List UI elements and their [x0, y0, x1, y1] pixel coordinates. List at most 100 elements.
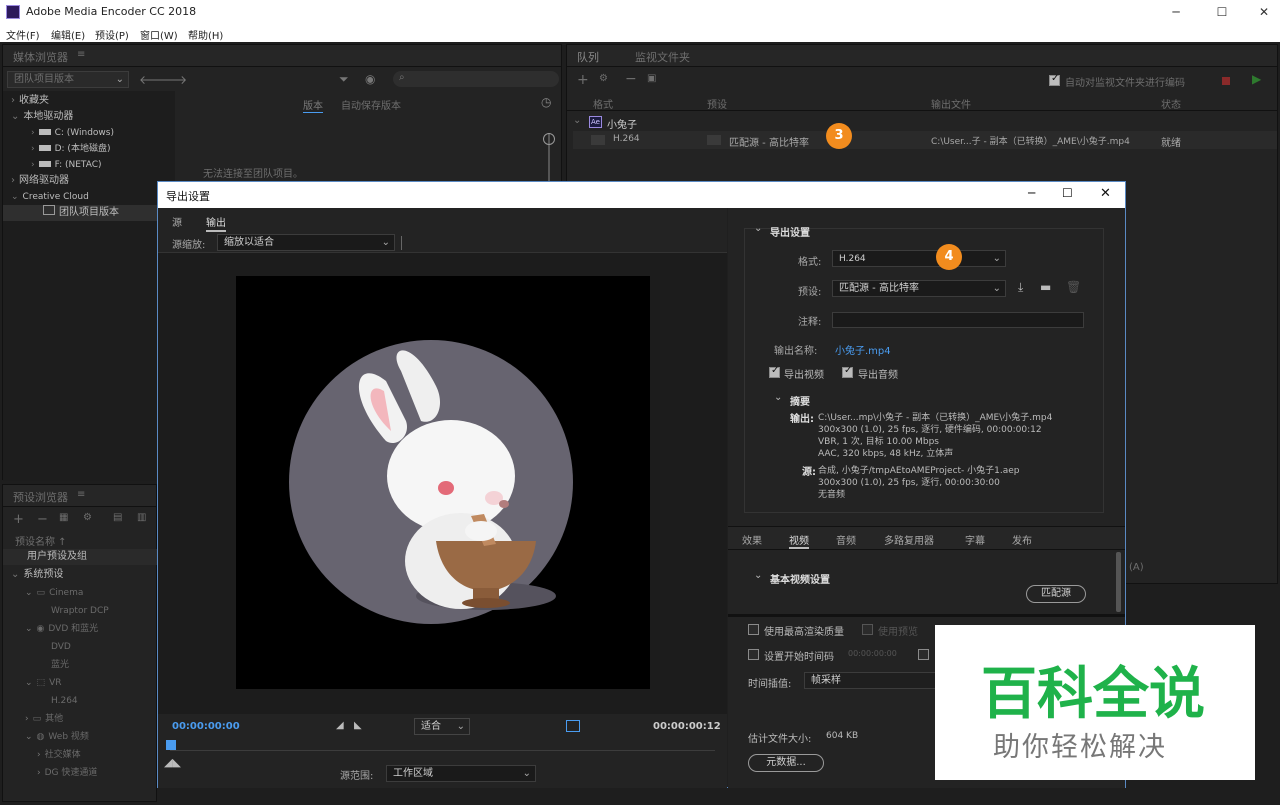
preset-h264[interactable]: H.264 — [51, 693, 78, 709]
preset-browser-title[interactable]: 预设浏览器 — [13, 489, 68, 505]
timecode-field[interactable]: 00:00:00:00 — [848, 649, 897, 658]
tab-video[interactable]: 视频 — [789, 532, 809, 549]
tab-watch-folders[interactable]: 监视文件夹 — [635, 49, 690, 65]
col-output[interactable]: 输出文件 — [931, 96, 971, 111]
export-video-checkbox[interactable] — [769, 365, 780, 378]
remove-preset-icon[interactable]: − — [37, 512, 48, 527]
max-quality-checkbox[interactable] — [748, 624, 759, 635]
maximize-icon[interactable]: ☐ — [1214, 4, 1230, 20]
set-timecode-checkbox[interactable] — [748, 649, 759, 660]
mark-in-icon[interactable]: ◢ — [336, 720, 344, 731]
delete-preset-icon[interactable]: 🗑 — [1066, 280, 1081, 294]
playhead[interactable] — [166, 740, 176, 750]
preset-dg-fastchannel[interactable]: › DG 快速通道 — [37, 765, 97, 781]
tree-team-versions[interactable]: 团队项目版本 — [3, 205, 175, 221]
chevron-down-icon[interactable]: ⌄ — [754, 570, 762, 581]
media-browser-title[interactable]: 媒体浏览器 — [13, 49, 68, 65]
row-format[interactable]: H.264 — [613, 134, 640, 144]
menu-preset[interactable]: 预设(P) — [95, 27, 129, 42]
tree-drive-c[interactable]: › C: (Windows) — [31, 125, 114, 141]
mark-out-icon[interactable]: ◣ — [354, 720, 362, 731]
timeline-track[interactable] — [170, 750, 715, 751]
group-icon[interactable]: ▦ — [59, 512, 68, 523]
team-version-dropdown[interactable]: 团队项目版本 ⌄ — [7, 71, 129, 88]
tab-captions[interactable]: 字幕 — [965, 532, 985, 547]
menu-edit[interactable]: 编辑(E) — [51, 27, 85, 42]
preset-system[interactable]: ⌄ 系统预设 — [11, 567, 63, 583]
queue-job-header[interactable]: ⌄ Ae 小兔子 — [567, 113, 1277, 131]
duplicate-icon[interactable]: ▣ — [647, 73, 656, 84]
tree-creative-cloud[interactable]: ⌄ Creative Cloud — [11, 189, 89, 205]
use-preview-checkbox[interactable] — [862, 624, 873, 635]
dialog-minimize-icon[interactable]: ─ — [1028, 186, 1035, 200]
col-status[interactable]: 状态 — [1161, 96, 1181, 111]
col-preset[interactable]: 预设 — [707, 96, 727, 111]
settings-icon[interactable]: ⚙ — [83, 512, 92, 523]
format-dropdown[interactable]: H.264 ⌄ — [832, 250, 1006, 267]
tree-favorites[interactable]: › 收藏夹 — [11, 93, 49, 109]
add-preset-icon[interactable]: + — [13, 512, 24, 527]
minimize-icon[interactable]: ─ — [1168, 4, 1184, 20]
import-preset-icon[interactable]: ▬ — [1040, 280, 1051, 294]
dialog-close-icon[interactable]: ✕ — [1100, 186, 1111, 201]
preset-dropdown-icon[interactable] — [707, 135, 721, 145]
close-icon[interactable]: ✕ — [1256, 4, 1272, 20]
tree-network[interactable]: › 网络驱动器 — [11, 173, 69, 189]
preset-wraptor[interactable]: Wraptor DCP — [51, 603, 109, 619]
remove-icon[interactable]: − — [625, 71, 637, 87]
format-dropdown-icon[interactable] — [591, 135, 605, 145]
export-audio-checkbox[interactable] — [842, 365, 853, 378]
row-output[interactable]: C:\User...子 - 副本（已转换）_AME\小兔子.mp4 — [931, 134, 1130, 147]
tab-audio[interactable]: 音频 — [836, 532, 856, 547]
history-icon[interactable]: ◷ — [541, 95, 551, 109]
menu-file[interactable]: 文件(F) — [6, 27, 40, 42]
chevron-down-icon[interactable]: ⌄ — [754, 223, 762, 234]
play-icon[interactable]: ▶ — [1252, 72, 1261, 86]
filter-icon[interactable]: ⏷ — [339, 72, 349, 87]
preset-web-video[interactable]: ⌄ ◍ Web 视频 — [25, 729, 89, 745]
tab-effects[interactable]: 效果 — [742, 532, 762, 547]
chevron-down-icon[interactable]: ⌄ — [774, 392, 782, 403]
dialog-maximize-icon[interactable]: ☐ — [1062, 186, 1073, 200]
tree-local-drives[interactable]: ⌄ 本地驱动器 — [11, 109, 73, 125]
search-input[interactable]: ⌕ — [393, 71, 559, 87]
preset-cinema[interactable]: ⌄ ▭ Cinema — [25, 585, 83, 601]
safe-margin-icon[interactable] — [566, 720, 580, 732]
comment-input[interactable] — [832, 312, 1084, 328]
preset-bluray[interactable]: 蓝光 — [51, 657, 69, 673]
col-format[interactable]: 格式 — [593, 96, 613, 111]
save-preset-icon[interactable]: ⤓ — [1018, 280, 1023, 295]
tab-output[interactable]: 输出 — [206, 214, 226, 232]
tab-autosave-versions[interactable]: 自动保存版本 — [341, 97, 401, 112]
preset-vr[interactable]: ⌄ ⬚ VR — [25, 675, 61, 691]
source-scale-dropdown[interactable]: 缩放以适合 ⌄ — [217, 234, 395, 251]
timecode-current[interactable]: 00:00:00:00 — [172, 721, 240, 732]
tab-multiplexer[interactable]: 多路复用器 — [884, 532, 934, 547]
auto-encode-checkbox[interactable] — [1049, 73, 1060, 86]
stop-icon[interactable] — [1222, 77, 1230, 85]
tab-versions[interactable]: 版本 — [303, 97, 323, 113]
preset-name-column[interactable]: 预设名称 ↑ — [15, 533, 67, 548]
import-icon[interactable]: ▤ — [113, 512, 122, 523]
panel-menu-icon[interactable]: ≡ — [77, 489, 85, 500]
tab-queue[interactable]: 队列 — [577, 49, 599, 65]
forward-arrow-icon[interactable]: 🡒 — [155, 72, 187, 87]
menu-help[interactable]: 帮助(H) — [188, 27, 223, 42]
extra-checkbox[interactable] — [918, 649, 929, 660]
fit-dropdown[interactable]: 适合 ⌄ — [414, 718, 470, 735]
preset-settings-icon[interactable]: ⚙ — [599, 73, 608, 84]
tree-drive-d[interactable]: › D: (本地磁盘) — [31, 141, 110, 157]
export-icon[interactable]: ▥ — [137, 512, 146, 523]
tab-source[interactable]: 源 — [172, 214, 182, 229]
tree-drive-f[interactable]: › F: (NETAC) — [31, 157, 102, 173]
tab-publish[interactable]: 发布 — [1012, 532, 1032, 547]
preset-dropdown[interactable]: 匹配源 - 高比特率 ⌄ — [832, 280, 1006, 297]
source-range-dropdown[interactable]: 工作区域 ⌄ — [386, 765, 536, 782]
match-source-button[interactable]: 匹配源 — [1026, 585, 1086, 603]
preset-dvd-bluray[interactable]: ⌄ ◉ DVD 和蓝光 — [25, 621, 98, 637]
row-preset[interactable]: 匹配源 - 高比特率 — [729, 134, 809, 149]
settings-scrollbar[interactable] — [1116, 552, 1121, 612]
add-source-icon[interactable]: + — [577, 72, 589, 88]
preset-user-group[interactable]: 用户预设及组 — [3, 549, 158, 565]
slider-handle[interactable] — [543, 133, 555, 145]
